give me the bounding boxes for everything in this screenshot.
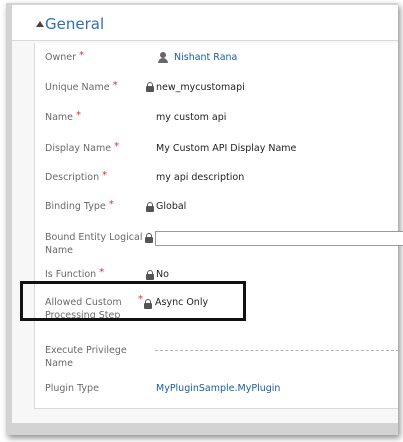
- required-marker: *: [79, 50, 85, 61]
- display-name-label: Display Name *: [45, 141, 120, 154]
- highlight-box: [20, 281, 246, 321]
- plugin-type-label: Plugin Type: [45, 383, 99, 394]
- is-function-value: No: [156, 269, 169, 280]
- description-label: Description *: [45, 170, 108, 183]
- binding-type-value: Global: [156, 201, 187, 212]
- required-marker: *: [112, 80, 118, 91]
- execute-privilege-field[interactable]: [155, 350, 399, 351]
- form-frame: General Owner * Nishant Rana Unique Name *…: [6, 3, 403, 435]
- required-marker: *: [108, 199, 114, 210]
- plugin-type-link[interactable]: MyPluginSample.MyPlugin: [156, 382, 280, 395]
- binding-type-label: Binding Type *: [45, 199, 114, 212]
- section-title: General: [45, 15, 105, 33]
- unique-name-value: new_mycustomapi: [156, 82, 245, 93]
- lock-icon: [146, 270, 154, 280]
- name-field[interactable]: my custom api: [156, 111, 226, 124]
- required-marker: *: [99, 267, 105, 278]
- is-function-label: Is Function *: [45, 267, 105, 280]
- lock-icon: [146, 82, 154, 92]
- lock-icon: [146, 202, 154, 212]
- execute-privilege-label: Execute Privilege Name: [45, 345, 127, 369]
- lock-icon: [145, 233, 153, 243]
- owner-link[interactable]: Nishant Rana: [174, 51, 237, 64]
- collapse-triangle-icon[interactable]: [36, 21, 44, 27]
- bound-entity-input[interactable]: [155, 231, 403, 246]
- section-header[interactable]: General: [12, 5, 398, 41]
- owner-label: Owner *: [45, 50, 85, 63]
- user-icon: [158, 52, 168, 63]
- description-field[interactable]: my api description: [156, 171, 244, 184]
- bound-entity-label: Bound Entity Logical Name: [45, 232, 143, 256]
- unique-name-label: Unique Name *: [45, 80, 118, 93]
- general-form: Owner * Nishant Rana Unique Name * new_myc…: [34, 43, 403, 409]
- form-panel: General Owner * Nishant Rana Unique Name *…: [12, 5, 403, 423]
- required-marker: *: [102, 170, 108, 181]
- display-name-field[interactable]: My Custom API Display Name: [156, 142, 296, 155]
- name-label: Name *: [45, 110, 82, 123]
- required-marker: *: [114, 141, 120, 152]
- required-marker: *: [76, 110, 82, 121]
